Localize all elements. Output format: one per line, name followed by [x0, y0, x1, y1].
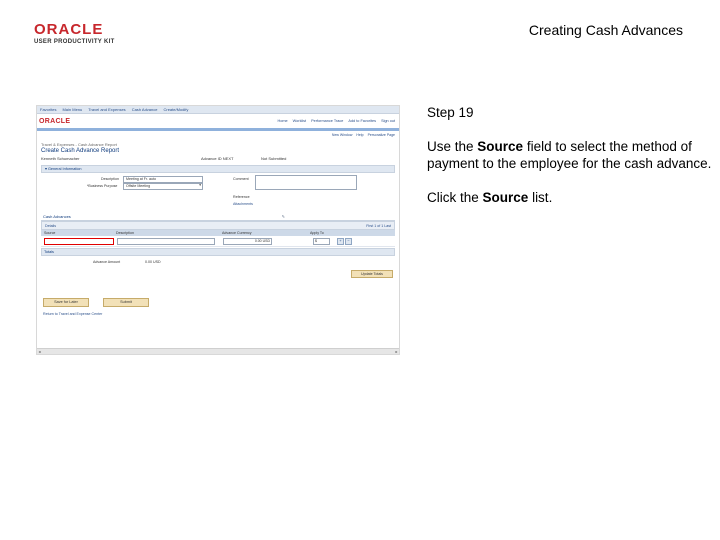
- app-screenshot: Favorites Main Menu Travel and Expenses …: [36, 105, 400, 355]
- link-home[interactable]: Home: [278, 119, 288, 123]
- slide-title: Creating Cash Advances: [528, 22, 683, 38]
- employee-row: Kenneth Schumacher Advance ID NEXT Not S…: [37, 155, 399, 162]
- col-source: Source: [44, 231, 56, 235]
- logo-subtitle: USER PRODUCTIVITY KIT: [34, 39, 115, 45]
- app-top-links: Home Worklist Performance Trace Add to F…: [278, 119, 395, 123]
- oracle-upk-logo: ORACLE USER PRODUCTIVITY KIT: [34, 22, 154, 45]
- scroll-left-icon[interactable]: ◂: [37, 349, 42, 354]
- instruction-paragraph-1: Use the Source field to select the metho…: [427, 139, 712, 171]
- grid-navigation[interactable]: First 1 of 1 Last: [366, 224, 391, 228]
- comment-label: Comment: [233, 177, 249, 181]
- source-select[interactable]: [44, 238, 114, 245]
- link-sign-out[interactable]: Sign out: [381, 119, 395, 123]
- return-link[interactable]: Return to Travel and Expense Center: [43, 312, 102, 316]
- general-info-section: Description Meeting at Fr. auto *Busines…: [41, 173, 395, 207]
- instruction-paragraph-2: Click the Source list.: [427, 190, 553, 205]
- add-row-icon[interactable]: +: [337, 238, 344, 245]
- advance-amount-value: 0.00 USD: [145, 260, 161, 264]
- link-new-window[interactable]: New Window: [332, 133, 352, 137]
- dropdown-arrow-icon: ▾: [199, 183, 201, 187]
- app-utility-links: New Window Help Personalize Page: [37, 131, 399, 139]
- page-title: Create Cash Advance Report: [41, 148, 120, 154]
- cash-advances-header: Cash Advances ✎: [41, 213, 395, 221]
- row-amount-input[interactable]: 0.00 USD: [223, 238, 272, 245]
- instruction-panel: Step 19 Use the Source field to select t…: [427, 104, 717, 206]
- description-label: Description: [101, 177, 119, 181]
- totals-header: Totals: [41, 248, 395, 256]
- nav-create-modify[interactable]: Create/Modify: [163, 107, 188, 112]
- horizontal-scrollbar[interactable]: ◂ ▸: [37, 348, 399, 354]
- nav-favorites[interactable]: Favorites: [40, 107, 56, 112]
- app-brand-bar: ORACLE Home Worklist Performance Trace A…: [37, 114, 399, 128]
- description-input[interactable]: Meeting at Fr. auto: [123, 176, 203, 183]
- breadcrumb: Travel & Expenses - Cash Advance Report: [41, 142, 117, 147]
- table-row: 0.00 USD $ + −: [41, 236, 395, 247]
- grid-toolbar: Details First 1 of 1 Last: [41, 221, 395, 230]
- save-for-later-button[interactable]: Save for Later: [43, 298, 89, 307]
- link-personalize[interactable]: Personalize Page: [368, 133, 395, 137]
- general-info-header[interactable]: ▾ General Information: [41, 165, 395, 173]
- action-buttons: Save for Later Submit: [43, 298, 149, 307]
- app-brand-logo: ORACLE: [39, 117, 71, 125]
- nav-travel-expenses[interactable]: Travel and Expenses: [88, 107, 125, 112]
- submit-button[interactable]: Submit: [103, 298, 149, 307]
- tab-details[interactable]: Details: [45, 224, 56, 228]
- row-apply-input[interactable]: $: [313, 238, 330, 245]
- update-totals-button[interactable]: Update Totals: [351, 270, 393, 278]
- scroll-right-icon[interactable]: ▸: [394, 349, 399, 354]
- attachment-clip-icon[interactable]: ✎: [282, 213, 285, 220]
- status-text: Not Submitted: [261, 156, 287, 161]
- nav-main-menu[interactable]: Main Menu: [62, 107, 82, 112]
- row-description-input[interactable]: [117, 238, 215, 245]
- attachments-link[interactable]: Attachments: [233, 202, 253, 206]
- nav-cash-advance[interactable]: Cash Advance: [132, 107, 158, 112]
- link-performance-trace[interactable]: Performance Trace: [311, 119, 343, 123]
- link-worklist[interactable]: Worklist: [293, 119, 306, 123]
- app-nav-bar: Favorites Main Menu Travel and Expenses …: [37, 106, 399, 114]
- step-number: Step 19: [427, 105, 474, 120]
- col-description: Description: [116, 231, 134, 235]
- business-purpose-select[interactable]: Offsite Meeting ▾: [123, 183, 203, 190]
- source-emphasis: Source: [477, 139, 524, 154]
- col-apply-to: Apply To: [310, 231, 324, 235]
- link-add-favorites[interactable]: Add to Favorites: [348, 119, 376, 123]
- logo-brand: ORACLE: [34, 21, 104, 38]
- employee-name: Kenneth Schumacher: [41, 156, 80, 161]
- advance-id: Advance ID NEXT: [201, 156, 234, 161]
- business-purpose-label: *Business Purpose: [87, 184, 118, 188]
- col-amount: Advance Currency: [222, 231, 252, 235]
- comment-textarea[interactable]: [255, 175, 357, 190]
- advance-amount-label: Advance Amount: [93, 260, 121, 264]
- delete-row-icon[interactable]: −: [345, 238, 352, 245]
- totals-section: Advance Amount 0.00 USD Update Totals: [41, 256, 395, 278]
- link-help[interactable]: Help: [356, 133, 363, 137]
- reference-label: Reference: [233, 195, 250, 199]
- source-emphasis-2: Source: [482, 190, 529, 205]
